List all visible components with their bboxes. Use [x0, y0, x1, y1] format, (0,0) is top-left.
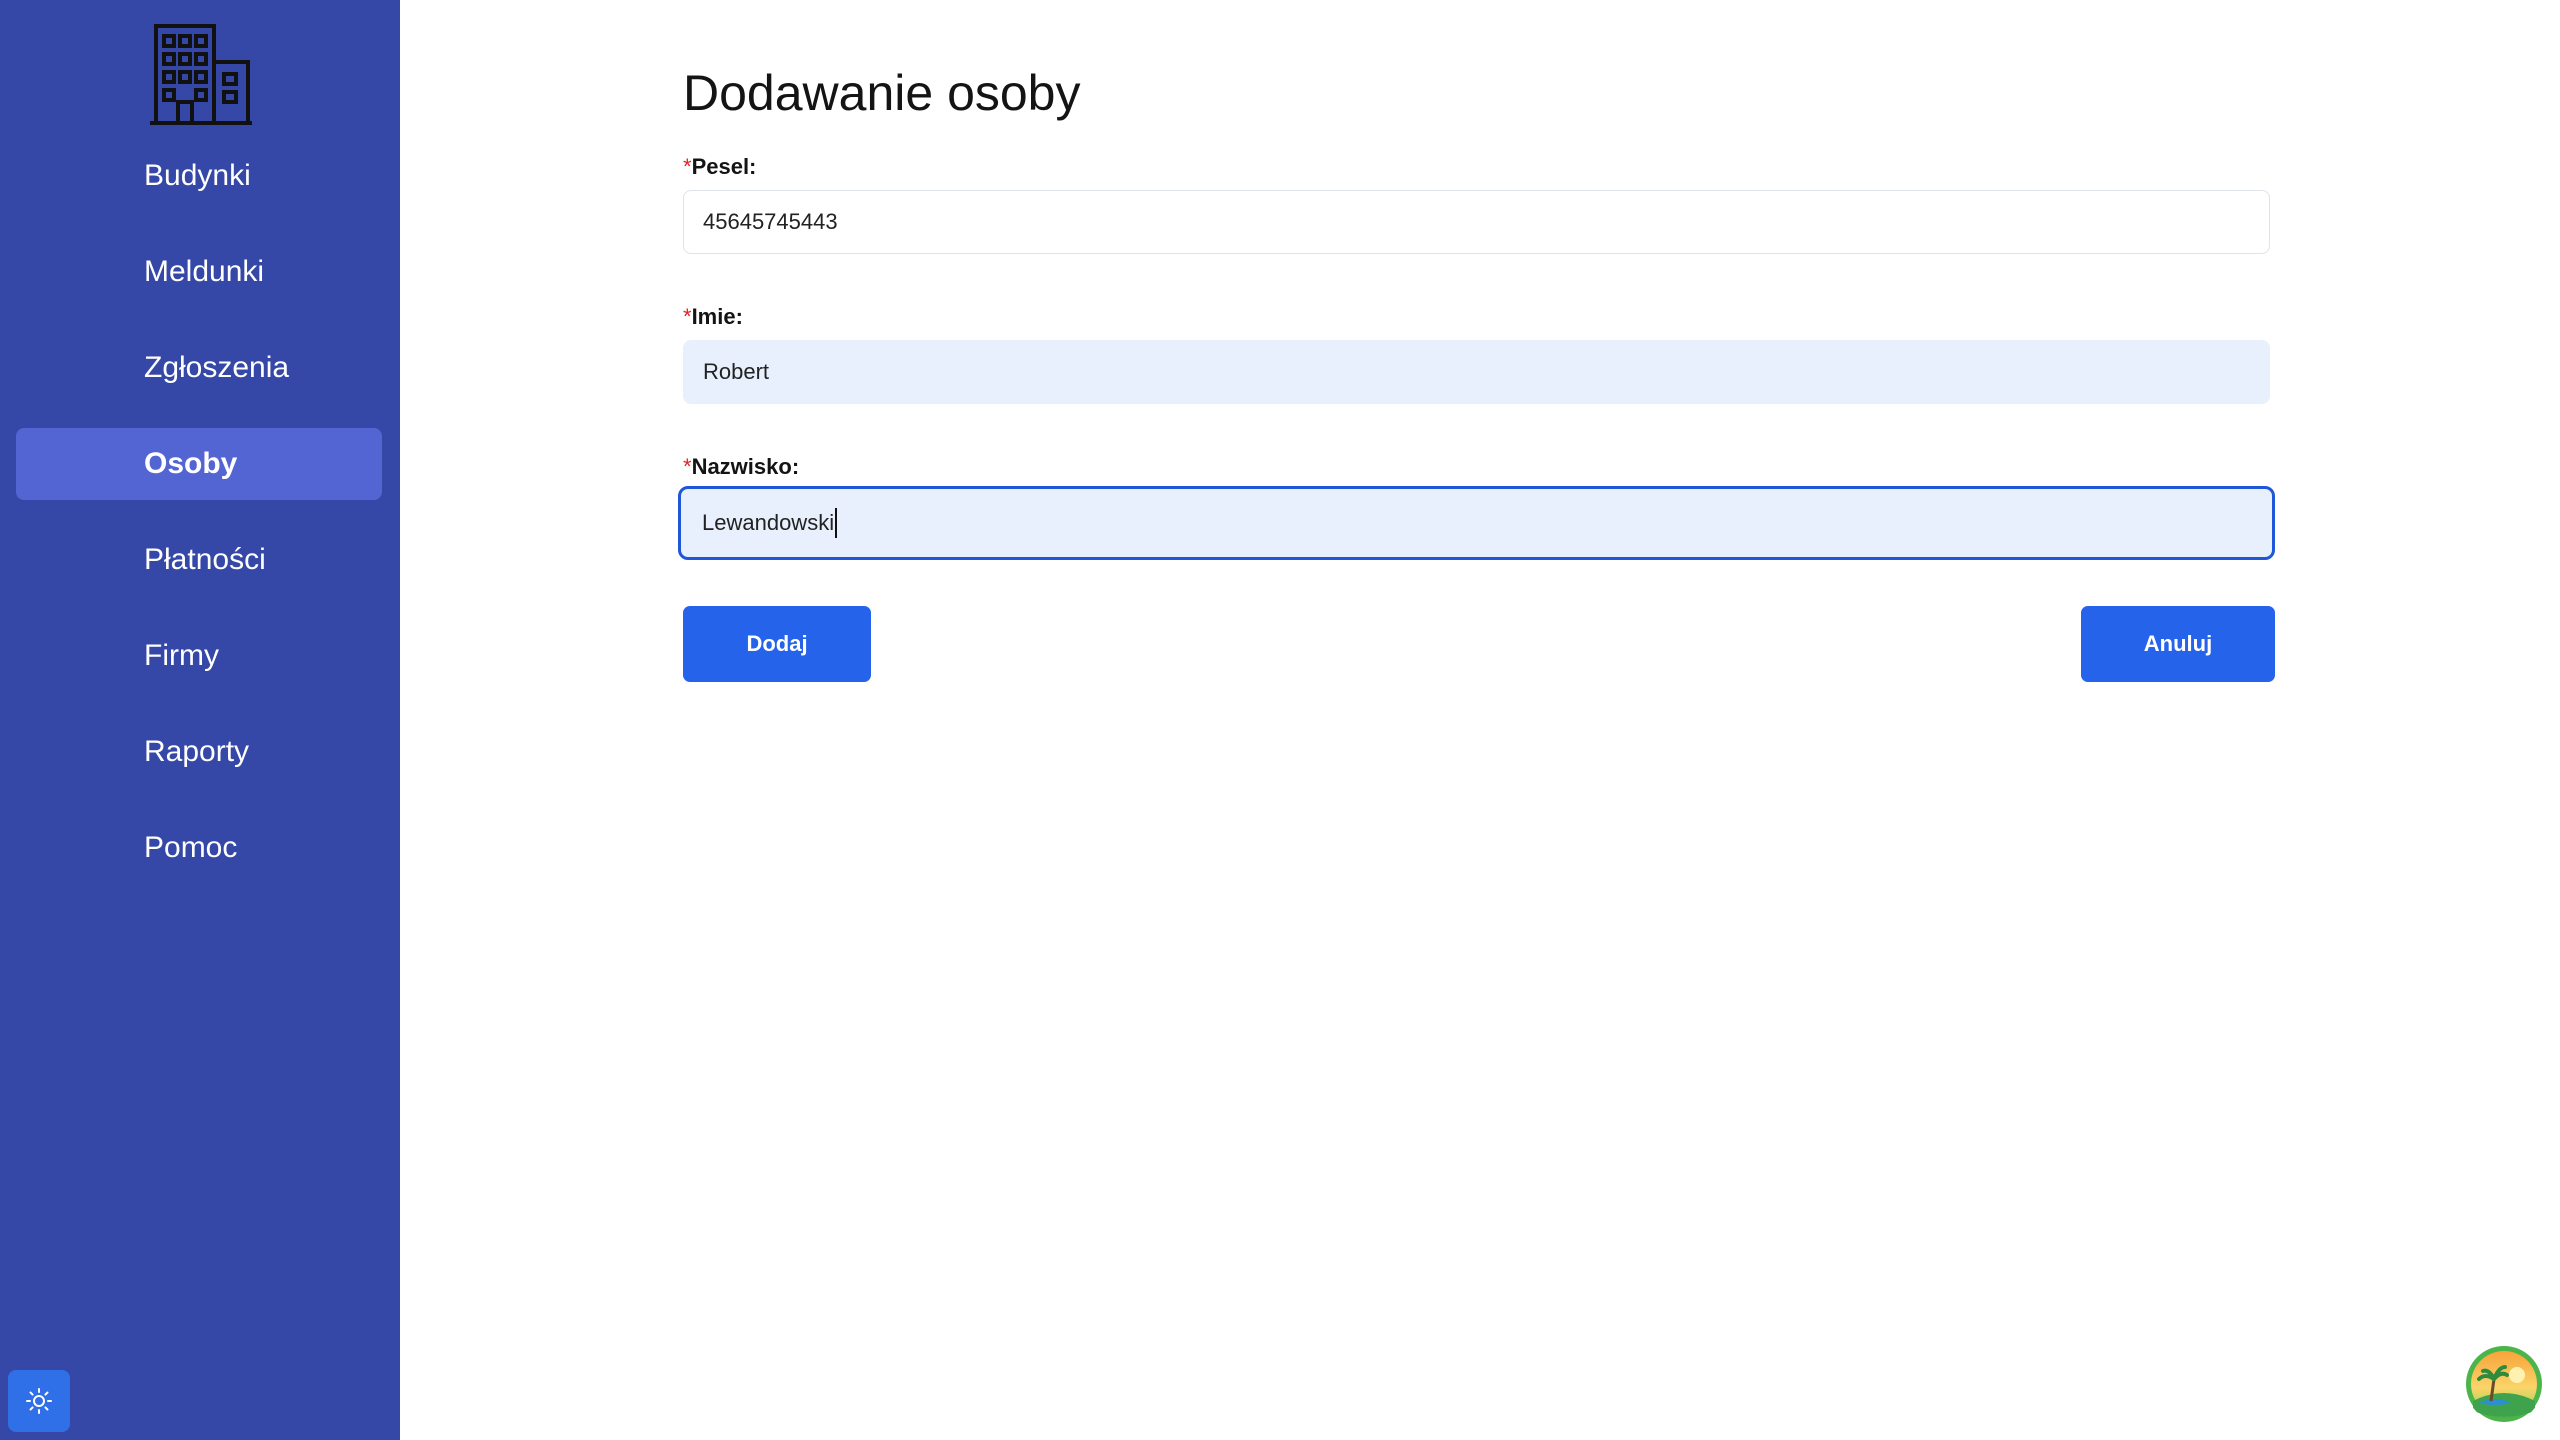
required-marker: * — [683, 154, 692, 179]
sun-icon — [26, 1388, 52, 1414]
avatar[interactable] — [2465, 1345, 2543, 1423]
page-title: Dodawanie osoby — [683, 65, 1081, 121]
sidebar-item-meldunki[interactable]: Meldunki — [16, 236, 382, 308]
pesel-label-text: Pesel: — [691, 154, 757, 179]
nazwisko-label-text: Nazwisko: — [691, 454, 800, 479]
pesel-field[interactable]: 45645745443 — [683, 190, 2270, 254]
imie-label: *Imie: — [683, 304, 743, 330]
nazwisko-value: Lewandowski — [702, 510, 835, 535]
sidebar-item-label: Firmy — [144, 639, 219, 672]
sidebar-item-firmy[interactable]: Firmy — [16, 620, 382, 692]
imie-field[interactable]: Robert — [683, 340, 2270, 404]
sidebar-item-label: Pomoc — [144, 831, 238, 864]
theme-toggle-button[interactable] — [8, 1370, 70, 1432]
sidebar-item-osoby[interactable]: Osoby — [16, 428, 382, 500]
sidebar-item-label: Osoby — [144, 447, 238, 480]
sidebar-item-label: Budynki — [144, 159, 251, 192]
sidebar-item-platnosci[interactable]: Płatności — [16, 524, 382, 596]
sidebar-item-budynki[interactable]: Budynki — [16, 140, 382, 212]
sidebar-item-pomoc[interactable]: Pomoc — [16, 812, 382, 884]
required-marker: * — [683, 304, 692, 329]
add-button[interactable]: Dodaj — [683, 606, 871, 682]
sidebar-item-label: Raporty — [144, 735, 250, 768]
imie-value: Robert — [703, 359, 770, 384]
nazwisko-label: *Nazwisko: — [683, 454, 799, 480]
main-content: Dodawanie osoby *Pesel: 45645745443 *Imi… — [400, 0, 2560, 1440]
text-caret — [835, 508, 838, 538]
pesel-value: 45645745443 — [703, 209, 838, 234]
sidebar-item-zgloszenia[interactable]: Zgłoszenia — [16, 332, 382, 404]
sidebar-item-label: Zgłoszenia — [144, 351, 290, 384]
sidebar: Budynki Meldunki Zgłoszenia Osoby Płatno… — [0, 0, 400, 1440]
nazwisko-field[interactable]: Lewandowski — [678, 486, 2275, 560]
required-marker: * — [683, 454, 692, 479]
building-icon[interactable] — [150, 22, 252, 127]
imie-label-text: Imie: — [691, 304, 743, 329]
sidebar-item-label: Meldunki — [144, 255, 265, 288]
pesel-label: *Pesel: — [683, 154, 756, 180]
cancel-button[interactable]: Anuluj — [2081, 606, 2275, 682]
sidebar-item-raporty[interactable]: Raporty — [16, 716, 382, 788]
sidebar-item-label: Płatności — [144, 543, 266, 576]
